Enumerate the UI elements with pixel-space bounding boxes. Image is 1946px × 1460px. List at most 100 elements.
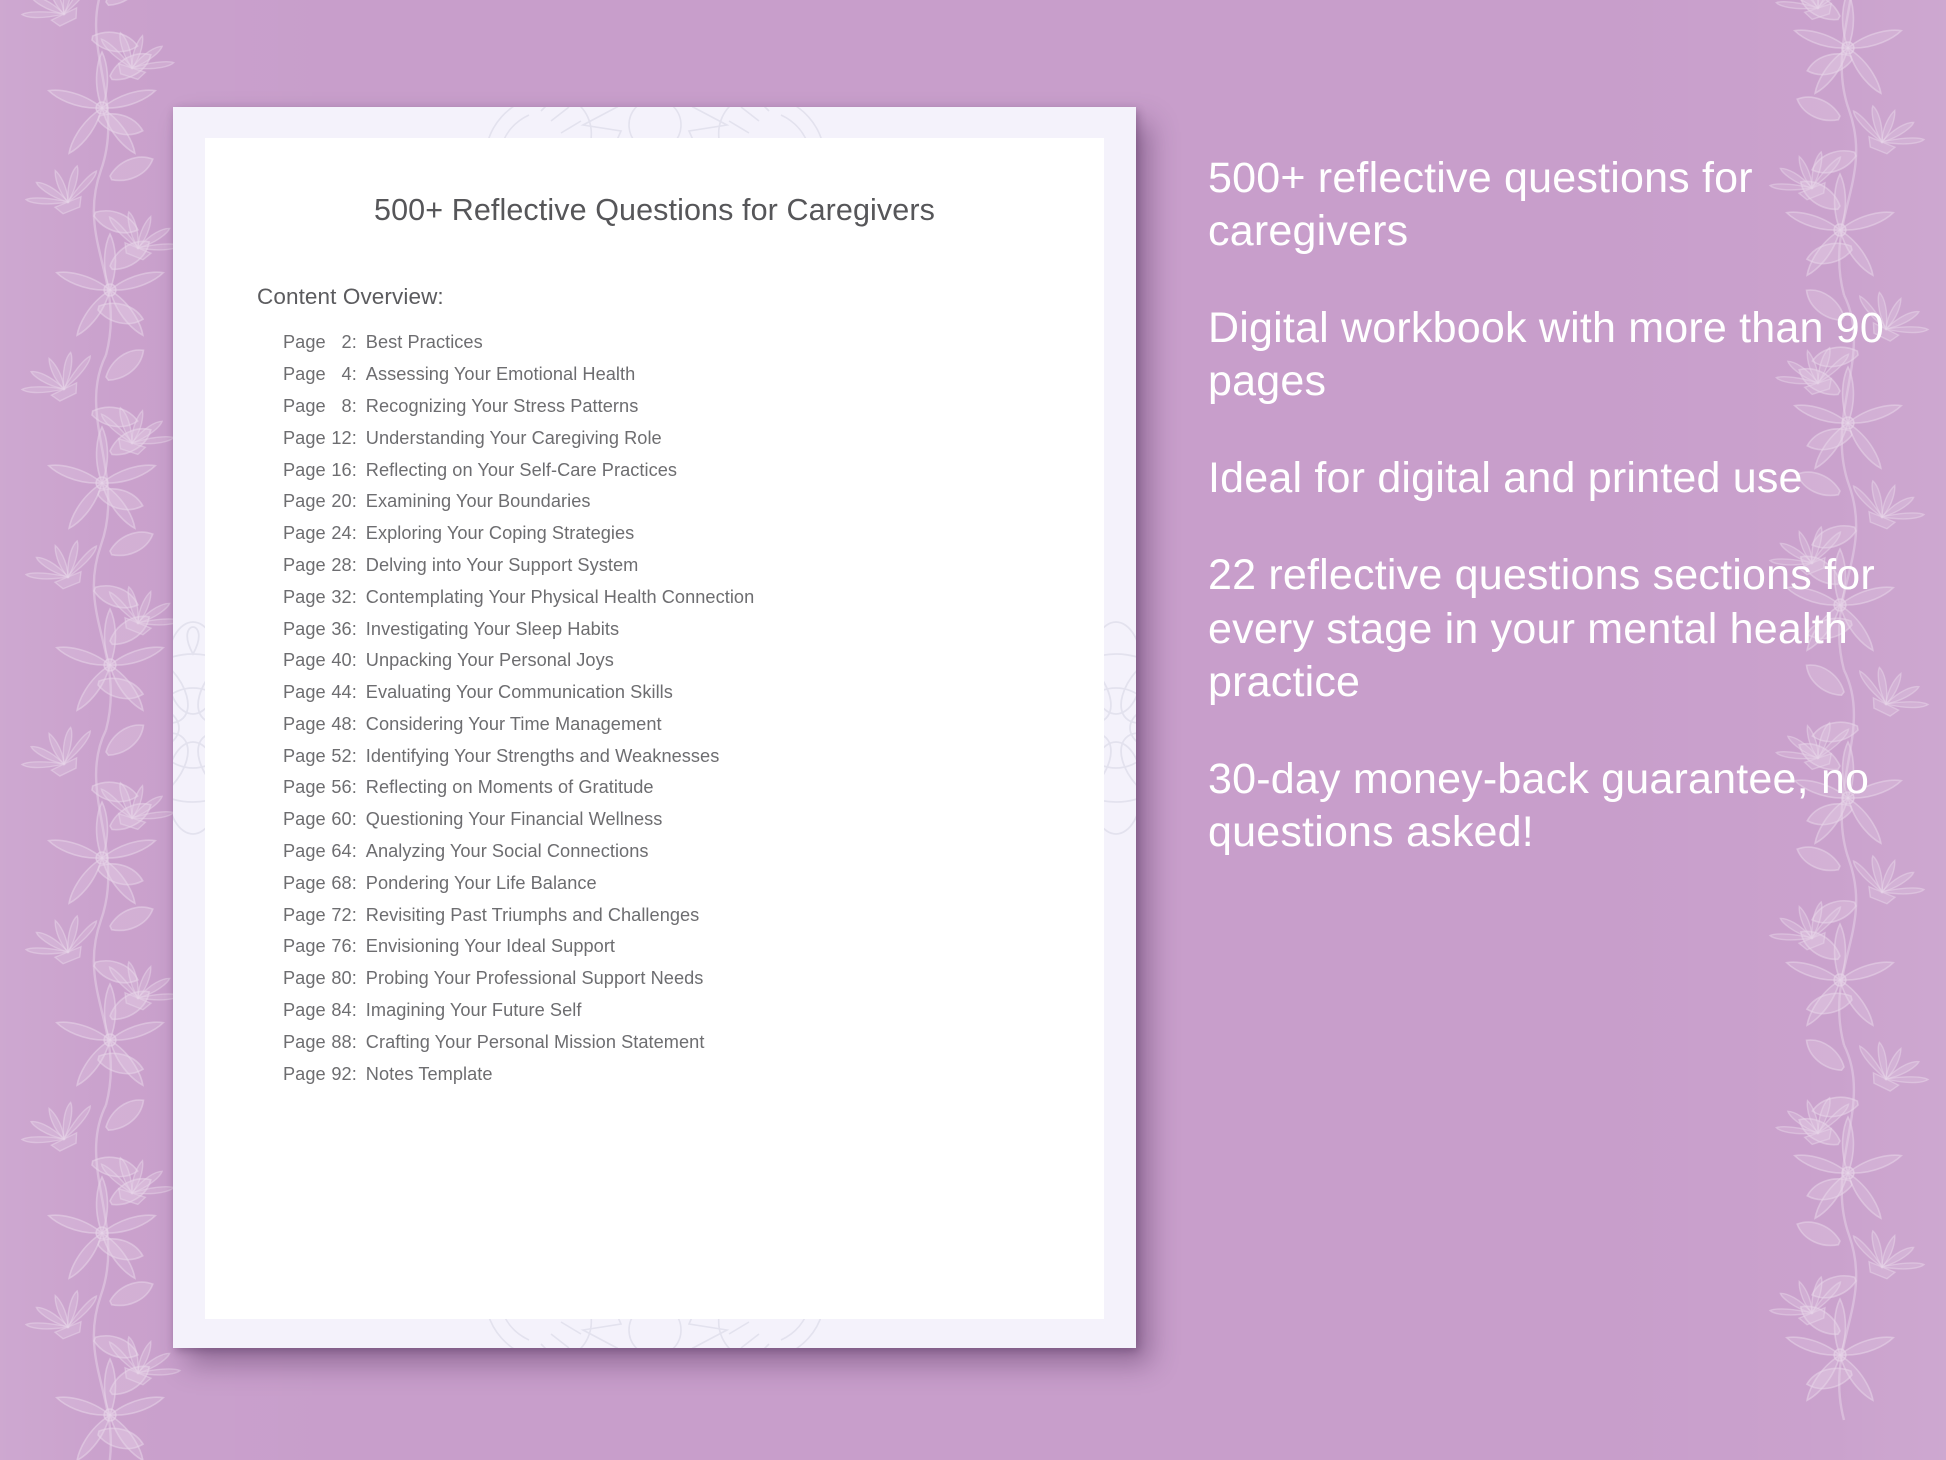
toc-entry[interactable]: Page 80: Probing Your Professional Support… <box>283 968 1052 1000</box>
toc-entry-title: Reflecting on Your Self-Care Practices <box>365 459 678 480</box>
promo-feature-text: Ideal for digital and printed use <box>1208 454 1803 503</box>
toc-entry-page-label: Page <box>283 586 326 607</box>
toc-entry-page-number: 40 <box>331 650 352 671</box>
toc-entry-page-label: Page <box>283 713 326 734</box>
toc-entry-page-label: Page <box>283 968 326 989</box>
toc-entry[interactable]: Page 44: Evaluating Your Communication Ski… <box>283 682 1052 714</box>
toc-entry-title: Assessing Your Emotional Health <box>365 364 636 385</box>
toc-entry[interactable]: Page 88: Crafting Your Personal Mission St… <box>283 1032 1052 1064</box>
toc-entry[interactable]: Page 16: Reflecting on Your Self-Care Prac… <box>283 460 1052 492</box>
toc-entry-page-number: 16 <box>331 459 352 480</box>
toc-entry[interactable]: Page 92: Notes Template <box>283 1064 1052 1096</box>
toc-entry-title: Best Practices <box>365 332 483 353</box>
toc-entry-title: Questioning Your Financial Wellness <box>365 809 663 830</box>
toc-entry-page-label: Page <box>283 777 326 798</box>
toc-entry-title: Probing Your Professional Support Needs <box>365 968 704 989</box>
toc-entry-page-number: 2 <box>341 332 352 353</box>
toc-entry[interactable]: Page 60: Questioning Your Financial Wellne… <box>283 809 1052 841</box>
toc-entry-title: Investigating Your Sleep Habits <box>365 618 620 639</box>
toc-entry-page-number: 64 <box>331 841 352 862</box>
toc-entry-page-label: Page <box>283 459 326 480</box>
toc-entry-page-number: 76 <box>331 936 352 957</box>
workbook-page: 500+ Reflective Questions for Caregivers… <box>205 138 1104 1319</box>
toc-entry-title: Delving into Your Support System <box>365 554 639 575</box>
poster-background: 500+ Reflective Questions for Caregivers… <box>0 0 1946 1460</box>
toc-entry-title: Notes Template <box>365 1063 493 1084</box>
toc-entry-page-label: Page <box>283 936 326 957</box>
toc-entry[interactable]: Page 68: Pondering Your Life Balance <box>283 873 1052 905</box>
toc-entry[interactable]: Page 84: Imagining Your Future Self <box>283 1000 1052 1032</box>
toc-entry-page-label: Page <box>283 872 326 893</box>
toc-entry-page-label: Page <box>283 841 326 862</box>
toc-entry-page-number: 88 <box>331 1031 352 1052</box>
toc-entry[interactable]: Page 76: Envisioning Your Ideal Support <box>283 936 1052 968</box>
toc-entry-page-label: Page <box>283 491 326 512</box>
toc-entry[interactable]: Page 32: Contemplating Your Physical Healt… <box>283 587 1052 619</box>
toc-entry-page-number: 20 <box>331 491 352 512</box>
promo-feature-text: Digital workbook with more than 90 pages <box>1208 304 1885 406</box>
toc-entry-title: Exploring Your Coping Strategies <box>365 523 635 544</box>
toc-entry-page-number: 12 <box>331 427 352 448</box>
toc-entry-page-label: Page <box>283 618 326 639</box>
promo-feature-text: 22 reflective questions sections for eve… <box>1208 551 1875 706</box>
toc-entry-title: Crafting Your Personal Mission Statement <box>365 1031 705 1052</box>
toc-entry-page-number: 24 <box>331 523 352 544</box>
toc-entry-page-number: 36 <box>331 618 352 639</box>
toc-entry[interactable]: Page 2: Best Practices <box>283 332 1052 364</box>
toc-entry-page-number: 84 <box>331 1000 352 1021</box>
toc-entry[interactable]: Page 36: Investigating Your Sleep Habits <box>283 619 1052 651</box>
toc-entry[interactable]: Page 40: Unpacking Your Personal Joys <box>283 650 1052 682</box>
toc-entry[interactable]: Page 12: Understanding Your Caregiving Rol… <box>283 428 1052 460</box>
toc-entry[interactable]: Page 52: Identifying Your Strengths and We… <box>283 746 1052 778</box>
toc-entry-title: Evaluating Your Communication Skills <box>365 682 673 703</box>
toc-entry[interactable]: Page 28: Delving into Your Support System <box>283 555 1052 587</box>
toc-entry[interactable]: Page 48: Considering Your Time Management <box>283 714 1052 746</box>
toc-entry-page-label: Page <box>283 364 326 385</box>
toc-entry-page-number: 60 <box>331 809 352 830</box>
toc-entry[interactable]: Page 72: Revisiting Past Triumphs and Chal… <box>283 905 1052 937</box>
toc-entry-page-label: Page <box>283 523 326 544</box>
toc-entry-page-number: 92 <box>331 1063 352 1084</box>
toc-entry-page-label: Page <box>283 809 326 830</box>
toc-entry-page-label: Page <box>283 682 326 703</box>
toc-entry[interactable]: Page 56: Reflecting on Moments of Gratitud… <box>283 777 1052 809</box>
toc-entry[interactable]: Page 8: Recognizing Your Stress Patterns <box>283 396 1052 428</box>
promo-feature-text: 30-day money-back guarantee, no question… <box>1208 754 1870 856</box>
content-overview-heading: Content Overview: <box>257 284 444 310</box>
toc-entry-page-label: Page <box>283 1031 326 1052</box>
toc-entry-page-number: 8 <box>341 395 352 416</box>
toc-entry-page-number: 80 <box>331 968 352 989</box>
toc-entry[interactable]: Page 64: Analyzing Your Social Connections <box>283 841 1052 873</box>
toc-entry-page-number: 48 <box>331 713 352 734</box>
toc-entry-title: Revisiting Past Triumphs and Challenges <box>365 904 700 925</box>
page-title: 500+ Reflective Questions for Caregivers <box>374 193 935 227</box>
toc-entry-page-number: 4 <box>341 364 352 385</box>
toc-entry-title: Identifying Your Strengths and Weaknesse… <box>365 745 720 766</box>
toc-entry-title: Recognizing Your Stress Patterns <box>365 395 639 416</box>
toc-entry-page-label: Page <box>283 1000 326 1021</box>
toc-entry-page-label: Page <box>283 395 326 416</box>
toc-entry-page-number: 44 <box>331 682 352 703</box>
toc-entry-page-number: 56 <box>331 777 352 798</box>
toc-entry-page-number: 32 <box>331 586 352 607</box>
toc-entry-page-number: 68 <box>331 872 352 893</box>
toc-entry-page-label: Page <box>283 1063 326 1084</box>
workbook-preview-card[interactable]: 500+ Reflective Questions for Caregivers… <box>173 107 1136 1348</box>
toc-entry-page-number: 72 <box>331 904 352 925</box>
toc-entry-page-label: Page <box>283 427 326 448</box>
toc-entry-page-label: Page <box>283 745 326 766</box>
toc-entry-title: Analyzing Your Social Connections <box>365 841 649 862</box>
toc-entry-page-label: Page <box>283 904 326 925</box>
toc-entry-page-label: Page <box>283 332 326 353</box>
toc-entry[interactable]: Page 20: Examining Your Boundaries <box>283 491 1052 523</box>
toc-entry-title: Examining Your Boundaries <box>365 491 591 512</box>
toc-entry[interactable]: Page 4: Assessing Your Emotional Health <box>283 364 1052 396</box>
toc-entry-page-label: Page <box>283 554 326 575</box>
toc-entry[interactable]: Page 24: Exploring Your Coping Strategies <box>283 523 1052 555</box>
toc-entry-title: Understanding Your Caregiving Role <box>365 427 662 448</box>
toc-entry-title: Reflecting on Moments of Gratitude <box>365 777 654 798</box>
toc-entry-title: Envisioning Your Ideal Support <box>365 936 616 957</box>
table-of-contents: Page 2: Best Practices Page 4: Assessing Your… <box>283 332 1052 1095</box>
toc-entry-title: Pondering Your Life Balance <box>365 872 597 893</box>
toc-entry-page-number: 52 <box>331 745 352 766</box>
